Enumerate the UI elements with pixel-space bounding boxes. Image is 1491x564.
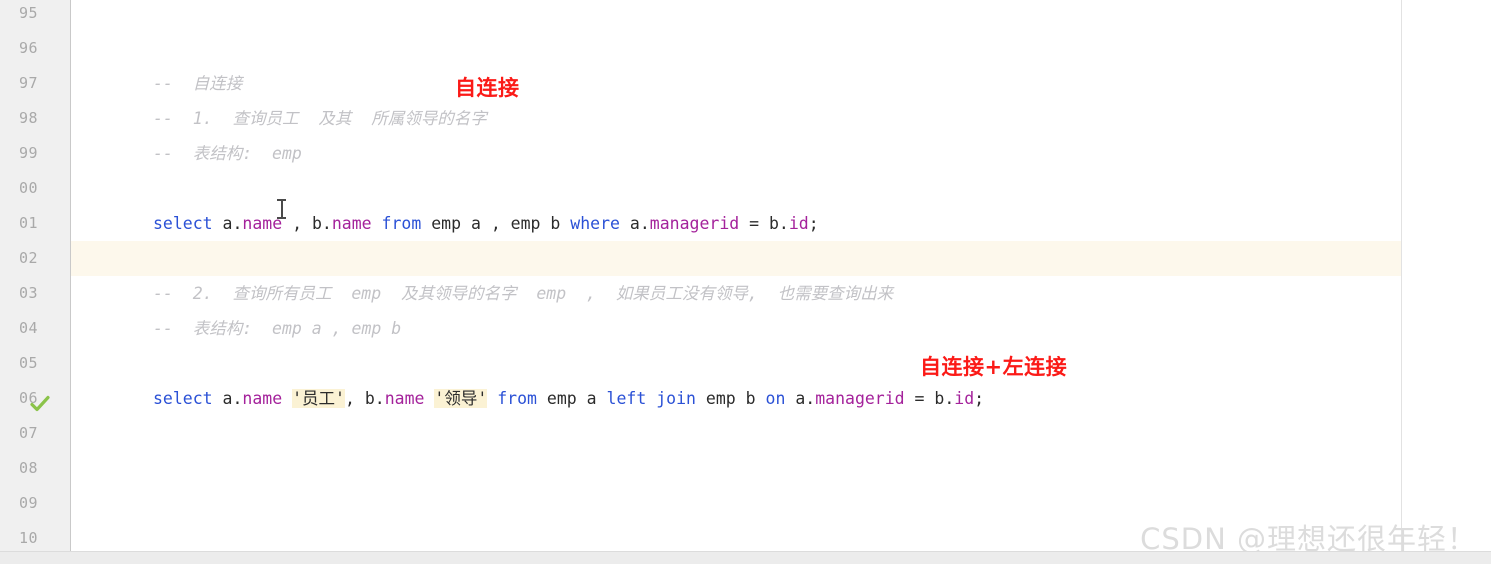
token-kw: left [606, 389, 647, 408]
token-ident: emp a [536, 389, 607, 408]
token-field: managerid [649, 214, 740, 233]
gutter-line-06[interactable]: 06 [0, 381, 70, 416]
line-number: 99 [18, 144, 38, 162]
line-number: 08 [18, 459, 38, 477]
token-kw: from [381, 214, 422, 233]
line-number: 05 [18, 354, 38, 372]
gutter-line-02[interactable]: 02 [0, 241, 70, 276]
token-punct [372, 214, 382, 233]
gutter-line-00[interactable]: 00 [0, 171, 70, 206]
token-str: '员工' [292, 389, 345, 408]
line-number: 96 [18, 39, 38, 57]
token-ident: emp a , emp b [421, 214, 571, 233]
token-field: name [331, 214, 372, 233]
token-cmt: -- 表结构: emp a , emp b [153, 319, 402, 338]
token-kw: join [656, 389, 696, 408]
token-ident: a. [619, 214, 650, 233]
current-line-highlight [71, 241, 1402, 276]
gutter-line-03[interactable]: 03 [0, 276, 70, 311]
token-field: id [788, 214, 809, 233]
token-kw: where [570, 214, 620, 233]
text-ibeam-cursor-icon [277, 198, 286, 219]
token-ident [646, 389, 656, 408]
code-line[interactable]: -- 自连接 [153, 66, 242, 101]
gutter-line-97[interactable]: 97 [0, 66, 70, 101]
line-number: 97 [18, 74, 38, 92]
token-cmt: -- 表结构: emp [153, 144, 302, 163]
gutter-line-05[interactable]: 05 [0, 346, 70, 381]
editor-gutter[interactable]: 95 96 97 98 99 00 01 02 03 04 05 06 07 08 09 10 [0, 0, 71, 551]
line-number: 00 [18, 179, 38, 197]
code-line[interactable]: select a.name , b.name from emp a , emp … [153, 206, 819, 241]
gutter-line-07[interactable]: 07 [0, 416, 70, 451]
gutter-line-95[interactable]: 95 [0, 0, 70, 31]
code-line[interactable]: -- 表结构: emp [153, 136, 302, 171]
token-field: name [384, 389, 425, 408]
token-field: managerid [815, 389, 905, 408]
annot-self-left-join: 自连接+左连接 [920, 355, 1068, 379]
token-ident: emp b [695, 389, 766, 408]
token-kw: on [765, 389, 786, 408]
editor-bottom-bar [0, 551, 1491, 564]
token-punct: , b. [282, 214, 332, 233]
gutter-line-09[interactable]: 09 [0, 486, 70, 521]
token-ident: a. [785, 389, 816, 408]
gutter-line-99[interactable]: 99 [0, 136, 70, 171]
line-number: 01 [18, 214, 38, 232]
token-kw: from [497, 389, 537, 408]
gutter-line-96[interactable]: 96 [0, 31, 70, 66]
code-line[interactable]: -- 表结构: emp a , emp b [153, 311, 401, 346]
token-field: id [954, 389, 975, 408]
line-number: 95 [18, 4, 38, 22]
token-punct [424, 389, 434, 408]
code-line[interactable]: -- 1. 查询员工 及其 所属领导的名字 [153, 101, 487, 136]
line-number: 04 [18, 319, 38, 337]
token-punct: ; [974, 389, 985, 408]
token-kw: select [153, 214, 213, 233]
annot-self-join: 自连接 [455, 76, 520, 100]
gutter-line-08[interactable]: 08 [0, 451, 70, 486]
token-punct: = b. [904, 389, 955, 408]
token-cmt: -- 1. 查询员工 及其 所属领导的名字 [153, 109, 487, 128]
token-cmt: -- 2. 查询所有员工 emp 及其领导的名字 emp , 如果员工没有领导,… [153, 284, 894, 303]
token-punct: , b. [344, 389, 385, 408]
token-field: name [242, 389, 283, 408]
code-editor[interactable]: 95 96 97 98 99 00 01 02 03 04 05 06 07 08 09 10 -- 自连接 -… [0, 0, 1491, 564]
token-ident: a. [212, 389, 243, 408]
line-number: 02 [18, 249, 38, 267]
gutter-line-04[interactable]: 04 [0, 311, 70, 346]
token-kw: select [153, 389, 213, 408]
code-line[interactable]: -- 2. 查询所有员工 emp 及其领导的名字 emp , 如果员工没有领导,… [153, 276, 893, 311]
right-margin-ruler [1401, 0, 1402, 551]
token-ident: a. [212, 214, 243, 233]
line-number: 98 [18, 109, 38, 127]
token-punct: ; [808, 214, 819, 233]
line-number: 03 [18, 284, 38, 302]
token-punct: = b. [739, 214, 789, 233]
token-punct [487, 389, 497, 408]
check-icon[interactable] [30, 390, 50, 412]
token-punct [282, 389, 292, 408]
line-number: 09 [18, 494, 38, 512]
line-number: 07 [18, 424, 38, 442]
token-str: '领导' [434, 389, 488, 408]
token-cmt: -- 自连接 [153, 74, 243, 93]
gutter-line-01[interactable]: 01 [0, 206, 70, 241]
code-line[interactable]: select a.name '员工', b.name '领导' from emp… [153, 381, 984, 416]
gutter-line-98[interactable]: 98 [0, 101, 70, 136]
